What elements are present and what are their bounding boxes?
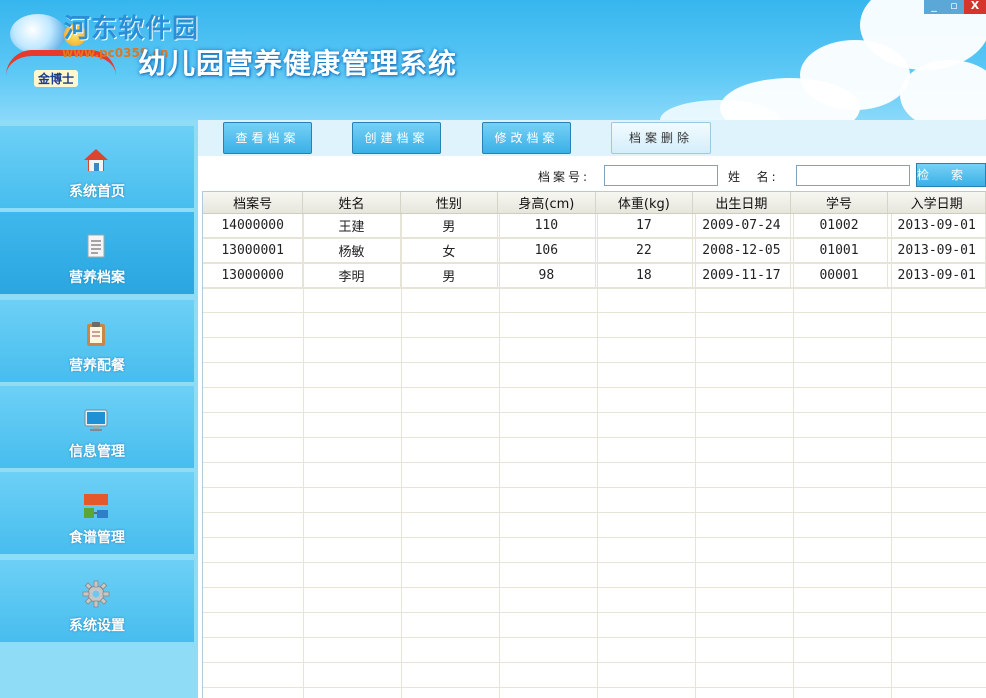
sidebar-item-label: 系统设置 xyxy=(69,618,125,634)
cell-name: 李明 xyxy=(302,263,401,289)
window-controls: _ ▫ X xyxy=(924,0,986,14)
cell-name: 杨敏 xyxy=(302,238,401,264)
create-record-button[interactable]: 创建档案 xyxy=(352,122,441,154)
records-table[interactable]: 档案号 姓名 性别 身高(cm) 体重(kg) 出生日期 学号 入学日期 140… xyxy=(202,191,986,698)
table-row[interactable]: 13000000 李明 男 98 18 2009-11-17 00001 201… xyxy=(203,263,986,289)
column-header-gender[interactable]: 性别 xyxy=(400,192,499,214)
cell-record-no: 13000000 xyxy=(203,263,304,289)
table-row[interactable]: 13000001 杨敏 女 106 22 2008-12-05 01001 20… xyxy=(203,238,986,264)
sidebar: 系统首页 营养档案 营养配餐 信息管理 食谱管理 系统设置 xyxy=(0,120,198,698)
network-icon xyxy=(84,494,108,518)
home-icon xyxy=(84,149,108,171)
column-header-record-no[interactable]: 档案号 xyxy=(203,192,304,214)
cell-enroll-date: 2013-09-01 xyxy=(887,213,986,239)
column-header-birth-date[interactable]: 出生日期 xyxy=(692,192,791,214)
cell-name: 王建 xyxy=(302,213,401,239)
cell-record-no: 13000001 xyxy=(203,238,304,264)
sidebar-item-nutrition-records[interactable]: 营养档案 xyxy=(0,212,194,294)
column-header-enroll-date[interactable]: 入学日期 xyxy=(887,192,986,214)
cell-student-no: 01002 xyxy=(790,213,889,239)
sidebar-item-info-management[interactable]: 信息管理 xyxy=(0,386,194,468)
sidebar-item-label: 食谱管理 xyxy=(69,530,125,546)
sidebar-item-label: 信息管理 xyxy=(69,444,125,460)
name-input[interactable] xyxy=(796,165,910,186)
cell-record-no: 14000000 xyxy=(203,213,304,239)
cell-student-no: 00001 xyxy=(790,263,889,289)
cell-student-no: 01001 xyxy=(790,238,889,264)
column-header-student-no[interactable]: 学号 xyxy=(790,192,889,214)
cell-gender: 男 xyxy=(400,213,499,239)
monitor-icon xyxy=(84,409,108,431)
cell-weight: 18 xyxy=(595,263,694,289)
cell-height: 98 xyxy=(497,263,596,289)
clipboard-icon xyxy=(87,322,105,346)
search-bar: 档案号: 姓 名: 检索 xyxy=(198,158,986,192)
cell-birth-date: 2008-12-05 xyxy=(692,238,791,264)
cell-height: 106 xyxy=(497,238,596,264)
cell-birth-date: 2009-07-24 xyxy=(692,213,791,239)
sidebar-item-home[interactable]: 系统首页 xyxy=(0,126,194,208)
column-header-height[interactable]: 身高(cm) xyxy=(497,192,596,214)
cell-weight: 22 xyxy=(595,238,694,264)
name-label: 姓 名: xyxy=(728,170,779,184)
gear-icon xyxy=(82,580,110,608)
record-no-label: 档案号: xyxy=(538,170,591,184)
sidebar-item-meal-planning[interactable]: 营养配餐 xyxy=(0,300,194,382)
cell-height: 110 xyxy=(497,213,596,239)
app-header: 金博士 河东软件园 www.pc0359.cn 幼儿园营养健康管理系统 _ ▫ … xyxy=(0,0,986,120)
edit-record-button[interactable]: 修改档案 xyxy=(482,122,571,154)
app-title: 幼儿园营养健康管理系统 xyxy=(138,47,458,80)
delete-record-button[interactable]: 档案删除 xyxy=(611,122,711,154)
view-record-button[interactable]: 查看档案 xyxy=(223,122,312,154)
cell-weight: 17 xyxy=(595,213,694,239)
cell-gender: 男 xyxy=(400,263,499,289)
sidebar-item-settings[interactable]: 系统设置 xyxy=(0,560,194,642)
minimize-button[interactable]: _ xyxy=(924,0,944,14)
sidebar-item-label: 营养配餐 xyxy=(69,358,125,374)
records-grid: 档案号 姓名 性别 身高(cm) 体重(kg) 出生日期 学号 入学日期 140… xyxy=(203,192,986,289)
cell-gender: 女 xyxy=(400,238,499,264)
cell-enroll-date: 2013-09-01 xyxy=(887,263,986,289)
table-header-row: 档案号 姓名 性别 身高(cm) 体重(kg) 出生日期 学号 入学日期 xyxy=(203,192,986,214)
logo-text: 金博士 xyxy=(34,70,79,87)
sidebar-item-label: 营养档案 xyxy=(69,270,125,286)
table-row[interactable]: 14000000 王建 男 110 17 2009-07-24 01002 20… xyxy=(203,213,986,239)
record-no-input[interactable] xyxy=(604,165,718,186)
restore-button[interactable]: ▫ xyxy=(944,0,964,14)
search-button[interactable]: 检索 xyxy=(916,163,986,187)
watermark-text: 河东软件园 xyxy=(64,14,200,44)
document-icon xyxy=(87,234,105,258)
column-header-weight[interactable]: 体重(kg) xyxy=(595,192,694,214)
sidebar-item-recipe-management[interactable]: 食谱管理 xyxy=(0,472,194,554)
column-header-name[interactable]: 姓名 xyxy=(302,192,401,214)
cell-birth-date: 2009-11-17 xyxy=(692,263,791,289)
toolbar: 查看档案 创建档案 修改档案 档案删除 xyxy=(198,120,986,156)
cell-enroll-date: 2013-09-01 xyxy=(887,238,986,264)
sidebar-item-label: 系统首页 xyxy=(69,184,125,200)
close-button[interactable]: X xyxy=(964,0,986,14)
